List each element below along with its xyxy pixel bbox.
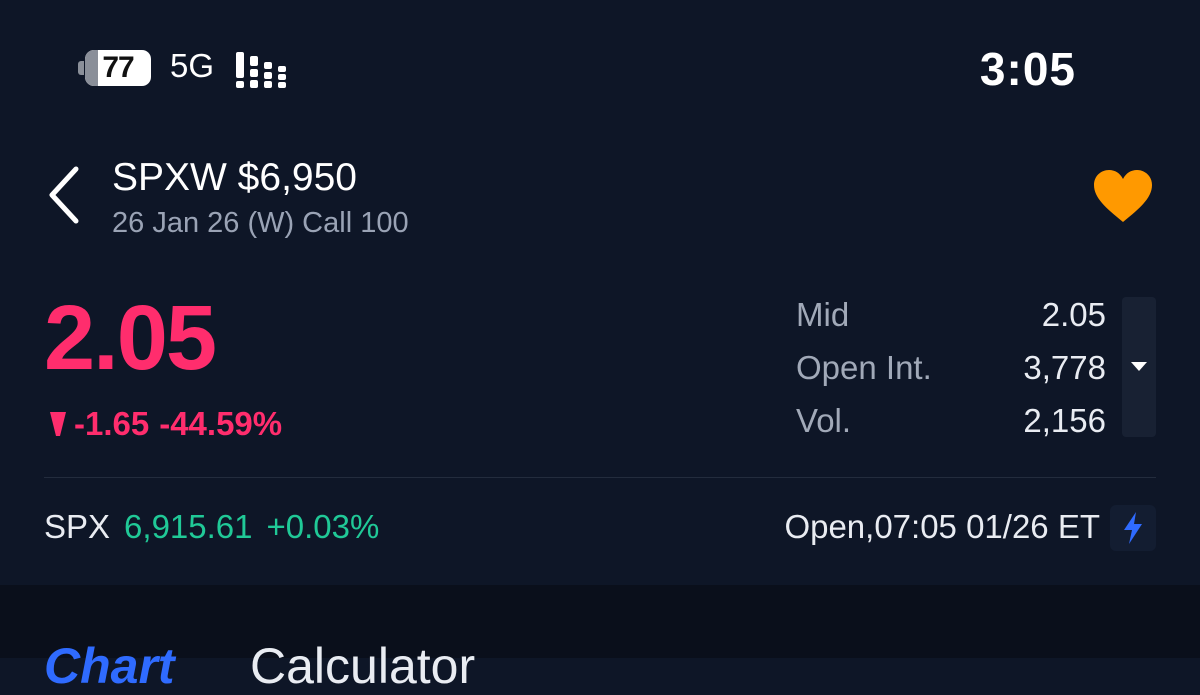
stat-row-open-int: Open Int. 3,778 [796,343,1106,396]
stat-row-mid: Mid 2.05 [796,290,1106,343]
chevron-left-icon [49,166,79,224]
expand-stats-button[interactable] [1122,297,1156,437]
clock: 3:05 [979,43,1076,95]
stat-value: 2.05 [1041,296,1106,333]
change-value: -1.65 [74,405,150,442]
stat-label: Open Int. [796,349,932,386]
last-price: 2.05 [44,287,217,389]
lightning-icon [1124,512,1142,544]
back-button[interactable] [40,165,88,225]
price-change: -1.65 -44.59% [48,405,282,443]
battery-indicator: 77 [78,48,158,88]
session-status: Open,07:05 01/26 ET [784,508,1100,545]
stat-label: Mid [796,296,850,333]
change-pct: -44.59% [159,405,283,442]
divider [44,477,1156,478]
stats-panel: Mid 2.05 Open Int. 3,778 Vol. 2,156 [796,290,1106,449]
tab-chart[interactable]: Chart [44,637,175,695]
underlying-symbol: SPX [44,508,111,545]
heart-icon [1094,170,1152,222]
status-bar: 77 5G 3:05 [0,0,1200,140]
stat-value: 3,778 [1023,349,1106,386]
network-type: 5G [170,47,215,84]
battery-level: 77 [102,51,134,84]
battery-nub [78,61,84,75]
underlying-change-pct: +0.03% [266,508,380,545]
favorite-button[interactable] [1092,168,1154,224]
caret-down-icon [1131,362,1147,371]
underlying-quote[interactable]: SPX 6,915.61 +0.03% [44,508,379,546]
bottom-tabs: Chart Calculator [0,585,1200,694]
battery-icon: 77 [85,50,151,86]
stat-value: 2,156 [1023,402,1106,439]
down-triangle-icon [50,412,66,436]
tab-calculator[interactable]: Calculator [250,637,475,695]
stat-label: Vol. [796,402,852,439]
signal-strength-icon [236,52,286,88]
stat-row-volume: Vol. 2,156 [796,396,1106,449]
header: SPXW $6,950 26 Jan 26 (W) Call 100 [0,140,1200,250]
page-title: SPXW $6,950 [112,156,357,199]
contract-subtitle: 26 Jan 26 (W) Call 100 [112,207,409,239]
underlying-price: 6,915.61 [124,508,253,545]
quick-trade-button[interactable] [1110,505,1156,551]
